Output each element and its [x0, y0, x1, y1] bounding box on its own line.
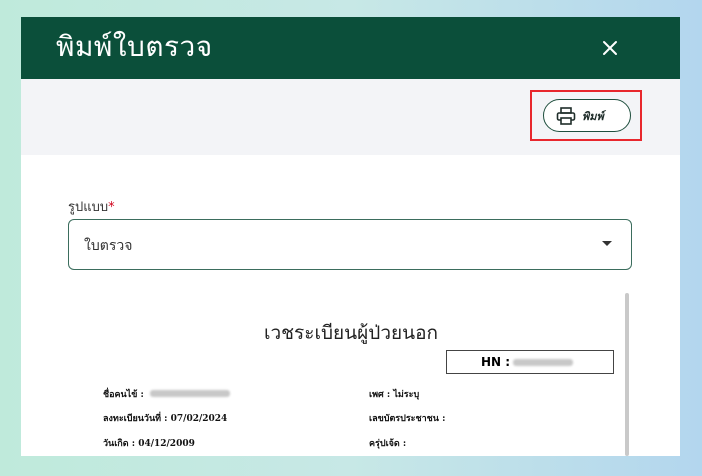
citizen-id-label: เลขบัตรประชาชน :: [369, 414, 446, 424]
birthdate-label: วันเกิด :: [103, 439, 136, 449]
document-preview: เวชระเบียนผู้ป่วยนอก HN : ชื่อคนไข้ : เพ…: [79, 292, 629, 456]
patient-name-field: ชื่อคนไข้ :: [103, 387, 230, 401]
hn-value-redacted: [513, 358, 574, 366]
print-button-highlight: พิมพ์: [530, 90, 642, 141]
citizen-id-field: เลขบัตรประชาชน :: [369, 411, 445, 425]
register-date-field: ลงทะเบียนวันที่ : 07/02/2024: [103, 411, 227, 425]
gender-field: เพศ : ไม่ระบุ: [369, 387, 419, 401]
format-select[interactable]: ใบตรวจ: [68, 219, 632, 270]
allergy-label: ครุ่ปเจ้ด :: [369, 439, 407, 449]
print-dialog: พิมพ์ใบตรวจ พิมพ์ รูปแบบ* ใบตรวจ เวชระเบ…: [21, 17, 680, 456]
document-title: เวชระเบียนผู้ป่วยนอก: [264, 322, 439, 344]
close-button[interactable]: [595, 33, 625, 63]
patient-name-label: ชื่อคนไข้ :: [103, 390, 144, 400]
allergy-field: ครุ่ปเจ้ด :: [369, 436, 406, 450]
register-date-label: ลงทะเบียนวันที่ :: [103, 414, 168, 424]
preview-scrollbar[interactable]: [625, 293, 629, 456]
dialog-title: พิมพ์ใบตรวจ: [56, 30, 213, 63]
gender-value: ไม่ระบุ: [393, 390, 420, 400]
format-label-text: รูปแบบ: [68, 200, 109, 215]
caret-down-icon: [602, 241, 612, 246]
print-button[interactable]: พิมพ์: [543, 99, 631, 132]
hn-box: HN :: [446, 350, 614, 374]
birthdate-field: วันเกิด : 04/12/2009: [103, 436, 195, 450]
register-date-value: 07/02/2024: [170, 414, 228, 424]
print-button-label: พิมพ์: [582, 109, 604, 123]
printer-icon: [556, 106, 576, 125]
dialog-toolbar: พิมพ์: [21, 79, 680, 155]
hn-label: HN :: [481, 355, 511, 369]
close-icon: [603, 41, 617, 55]
gender-label: เพศ :: [369, 390, 391, 400]
patient-name-redacted: [149, 390, 230, 397]
format-select-value: ใบตรวจ: [84, 238, 133, 254]
birthdate-value: 04/12/2009: [138, 439, 195, 449]
format-field-label: รูปแบบ*: [68, 196, 115, 217]
required-mark: *: [108, 200, 115, 215]
dialog-header: พิมพ์ใบตรวจ: [21, 17, 680, 79]
